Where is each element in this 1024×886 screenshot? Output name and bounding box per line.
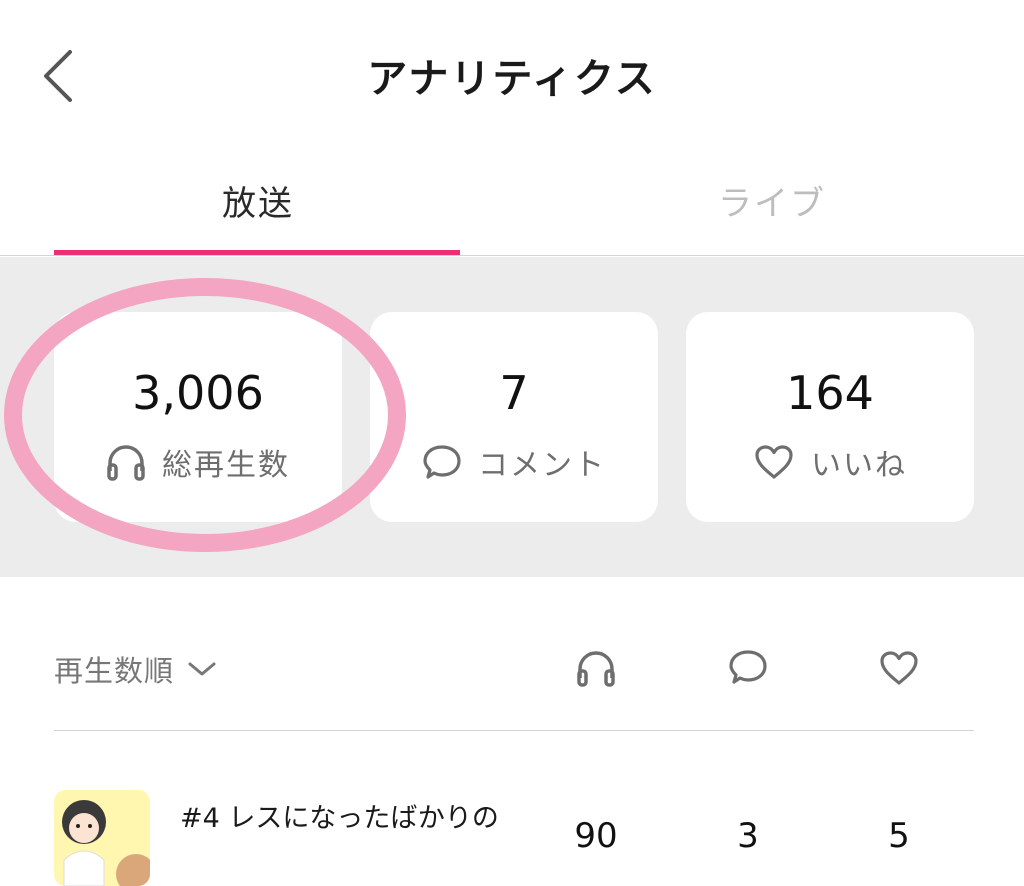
tab-bar: 放送 ライブ [0, 150, 1024, 256]
stat-label-row: いいね [686, 440, 974, 484]
total-plays-value: 3,006 [132, 366, 264, 420]
thumbnail-illustration [54, 790, 150, 886]
comments-value: 7 [499, 366, 529, 420]
list-divider [54, 730, 974, 731]
stat-card-comments[interactable]: 7 コメント [370, 312, 658, 522]
episode-likes: 5 [888, 816, 910, 856]
tab-divider [0, 255, 1024, 256]
sort-dropdown[interactable]: 再生数順 [54, 648, 218, 690]
episode-plays: 90 [574, 816, 618, 856]
likes-value: 164 [786, 366, 874, 420]
episode-row[interactable]: #4 レスになったばかりの 90 3 5 [54, 760, 974, 886]
likes-label: いいね [811, 448, 907, 483]
chevron-down-icon [188, 662, 216, 676]
heart-icon [755, 445, 793, 479]
tab-live[interactable]: ライブ [568, 176, 976, 225]
stats-section: 3,006 総再生数 7 コメント 164 いいね [0, 257, 1024, 577]
episode-thumbnail [54, 790, 150, 886]
comments-label: コメント [478, 448, 606, 483]
stat-card-total-plays[interactable]: 3,006 総再生数 [54, 312, 342, 522]
header: アナリティクス [0, 0, 1024, 150]
total-plays-label: 総再生数 [162, 448, 290, 483]
sort-label: 再生数順 [54, 654, 175, 688]
headphones-icon [107, 445, 145, 481]
stat-label-row: 総再生数 [54, 440, 342, 484]
episode-comments: 3 [737, 816, 759, 856]
episode-title: #4 レスになったばかりの [180, 803, 499, 834]
heart-icon[interactable] [878, 648, 920, 688]
tab-broadcast[interactable]: 放送 [54, 176, 462, 225]
comment-icon[interactable] [728, 648, 768, 688]
headphones-icon[interactable] [576, 648, 616, 688]
stat-label-row: コメント [370, 440, 658, 484]
list-header: 再生数順 [54, 620, 974, 720]
comment-icon [423, 445, 461, 479]
stat-card-likes[interactable]: 164 いいね [686, 312, 974, 522]
page-title: アナリティクス [367, 56, 657, 102]
